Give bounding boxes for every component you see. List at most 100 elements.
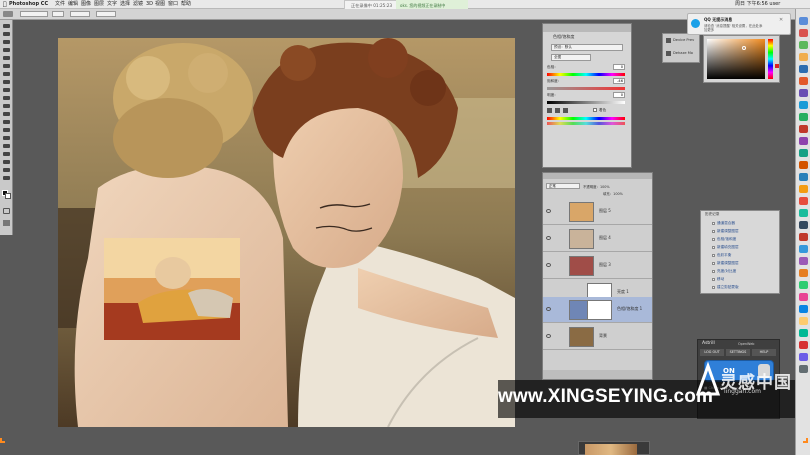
dock-app-icon[interactable]: [799, 341, 808, 349]
lightness-slider-track[interactable]: [547, 101, 625, 104]
blur-tool-icon[interactable]: [3, 120, 10, 124]
dock-app-icon[interactable]: [799, 257, 808, 265]
crop-tool-icon[interactable]: [3, 56, 10, 60]
zoom-tool-icon[interactable]: [3, 176, 10, 180]
dock-app-icon[interactable]: [799, 173, 808, 181]
menu-item-select[interactable]: 选择: [120, 0, 130, 9]
channel-dropdown[interactable]: 全图: [551, 54, 591, 61]
option-field[interactable]: [96, 11, 116, 17]
hue-value-field[interactable]: 0: [613, 64, 625, 70]
menu-item-type[interactable]: 文字: [107, 0, 117, 9]
dock-app-icon[interactable]: [799, 353, 808, 361]
history-item[interactable]: 通道混合器: [712, 220, 785, 227]
shape-tool-icon[interactable]: [3, 160, 10, 164]
history-item[interactable]: 亮度/对比度: [712, 268, 785, 275]
dock-app-icon[interactable]: [799, 101, 808, 109]
eraser-tool-icon[interactable]: [3, 104, 10, 108]
qq-notification[interactable]: QQ 无提示消息 请检查 '消息提醒' 相关设置，在此处添加更多 ✕: [687, 13, 791, 35]
device-preview-icon[interactable]: [666, 38, 671, 43]
history-item[interactable]: 建立剪贴蒙版: [712, 284, 785, 291]
history-checkbox[interactable]: [712, 238, 715, 241]
lasso-tool-icon[interactable]: [3, 40, 10, 44]
history-checkbox[interactable]: [712, 286, 715, 289]
history-item[interactable]: 新建调整图层: [712, 228, 785, 235]
preset-dropdown[interactable]: 预设：默认: [551, 44, 623, 51]
move-tool-icon[interactable]: [3, 24, 10, 28]
menu-item-help[interactable]: 帮助: [181, 0, 191, 9]
history-checkbox[interactable]: [712, 254, 715, 257]
visibility-eye-icon[interactable]: [546, 263, 551, 267]
background-color-swatch[interactable]: [5, 193, 11, 199]
dock-app-icon[interactable]: [799, 149, 808, 157]
hand-tool-icon[interactable]: [3, 168, 10, 172]
marquee-tool-icon[interactable]: [3, 32, 10, 36]
menu-item-file[interactable]: 文件: [55, 0, 65, 9]
canvas-photo[interactable]: [58, 38, 515, 427]
history-item[interactable]: 移动: [712, 276, 785, 283]
hue-slider-track[interactable]: [547, 73, 625, 76]
astrill-logout-tab[interactable]: LOG OUT: [700, 349, 724, 356]
history-checkbox[interactable]: [712, 222, 715, 225]
layer-row[interactable]: 图层 5: [543, 199, 652, 225]
bottom-thumbnail-strip[interactable]: [578, 441, 650, 455]
screen-mode-icon[interactable]: [3, 220, 10, 226]
color-field[interactable]: [707, 39, 765, 79]
history-checkbox[interactable]: [712, 262, 715, 265]
eyedropper-plus-icon[interactable]: [555, 108, 560, 113]
blend-mode-dropdown[interactable]: 正常: [546, 183, 580, 189]
dock-app-icon[interactable]: [799, 281, 808, 289]
history-item[interactable]: 色彩平衡: [712, 252, 785, 259]
history-checkbox[interactable]: [712, 246, 715, 249]
dock-app-icon[interactable]: [799, 77, 808, 85]
dehaze-label[interactable]: Dehaze Mo: [673, 51, 693, 55]
layer-row[interactable]: 图层 4: [543, 226, 652, 252]
option-field[interactable]: [52, 11, 64, 17]
notification-close-icon[interactable]: ✕: [779, 17, 783, 23]
quick-select-tool-icon[interactable]: [3, 48, 10, 52]
menu-app-name[interactable]: Photoshop CC: [9, 0, 48, 9]
eyedropper-icon[interactable]: [547, 108, 552, 113]
dock-app-icon[interactable]: [799, 113, 808, 121]
dock-app-icon[interactable]: [799, 125, 808, 133]
pen-tool-icon[interactable]: [3, 136, 10, 140]
stamp-tool-icon[interactable]: [3, 88, 10, 92]
history-checkbox[interactable]: [712, 230, 715, 233]
dock-app-icon[interactable]: [799, 269, 808, 277]
dock-app-icon[interactable]: [799, 317, 808, 325]
layer-row[interactable]: 背景: [543, 324, 652, 350]
dock-app-icon[interactable]: [799, 89, 808, 97]
path-select-tool-icon[interactable]: [3, 152, 10, 156]
saturation-value-field[interactable]: -46: [613, 78, 625, 84]
layer-row-selected[interactable]: 色相/饱和度 1: [543, 297, 652, 323]
history-item[interactable]: 新建调整图层: [712, 260, 785, 267]
option-field[interactable]: [70, 11, 90, 17]
dock-app-icon[interactable]: [799, 305, 808, 313]
device-preview-label[interactable]: Device Prev: [673, 38, 694, 42]
menu-item-3d[interactable]: 3D: [146, 0, 153, 9]
option-field[interactable]: [20, 11, 48, 17]
menu-item-edit[interactable]: 编辑: [68, 0, 78, 9]
lightness-value-field[interactable]: 0: [613, 92, 625, 98]
history-checkbox[interactable]: [712, 278, 715, 281]
dock-app-icon[interactable]: [799, 17, 808, 25]
apple-menu-icon[interactable]: : [3, 0, 7, 9]
astrill-help-tab[interactable]: HELP: [752, 349, 776, 356]
history-item[interactable]: 色相/饱和度: [712, 236, 785, 243]
layer-row[interactable]: 图层 3: [543, 253, 652, 279]
astrill-settings-tab[interactable]: SETTINGS: [726, 349, 750, 356]
gradient-tool-icon[interactable]: [3, 112, 10, 116]
dock-app-icon[interactable]: [799, 161, 808, 169]
dock-app-icon[interactable]: [799, 185, 808, 193]
tool-preset-icon[interactable]: [3, 11, 13, 17]
dock-app-icon[interactable]: [799, 293, 808, 301]
dock-app-icon[interactable]: [799, 65, 808, 73]
visibility-eye-icon[interactable]: [546, 307, 551, 311]
quick-mask-icon[interactable]: [3, 208, 10, 214]
dock-app-icon[interactable]: [799, 197, 808, 205]
dock-app-icon[interactable]: [799, 365, 808, 373]
visibility-eye-icon[interactable]: [546, 334, 551, 338]
dock-app-icon[interactable]: [799, 329, 808, 337]
dock-app-icon[interactable]: [799, 29, 808, 37]
brush-tool-icon[interactable]: [3, 80, 10, 84]
type-tool-icon[interactable]: [3, 144, 10, 148]
